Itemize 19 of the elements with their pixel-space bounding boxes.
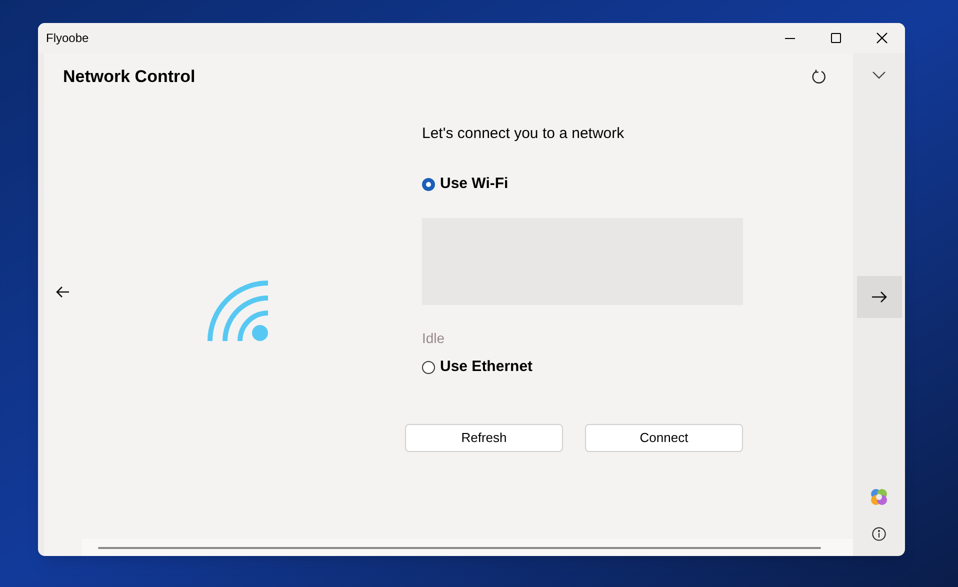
radio-option[interactable]: Use Wi-Fi [422, 174, 508, 194]
forward-arrow-icon [871, 291, 887, 303]
back-arrow-icon [56, 286, 70, 298]
refresh-button[interactable]: Refresh [405, 424, 563, 452]
horizontal-scrollbar[interactable] [82, 539, 853, 556]
info-button[interactable] [871, 526, 887, 542]
refresh-icon [811, 69, 827, 85]
window-title: Flyoobe [46, 30, 89, 47]
chevron-down-icon [872, 71, 886, 79]
radio-option[interactable]: Use Ethernet [422, 357, 533, 377]
info-icon [872, 527, 886, 541]
connect-button[interactable]: Connect [585, 424, 743, 452]
close-icon [876, 32, 888, 44]
back-button[interactable] [56, 285, 70, 299]
scrollbar-thumb[interactable] [98, 546, 821, 548]
wifi-icon [207, 280, 268, 341]
connect-heading: Let's connect you to a network [422, 124, 626, 144]
status-text: Idle [422, 329, 446, 347]
page-title: Network Control [63, 66, 196, 88]
